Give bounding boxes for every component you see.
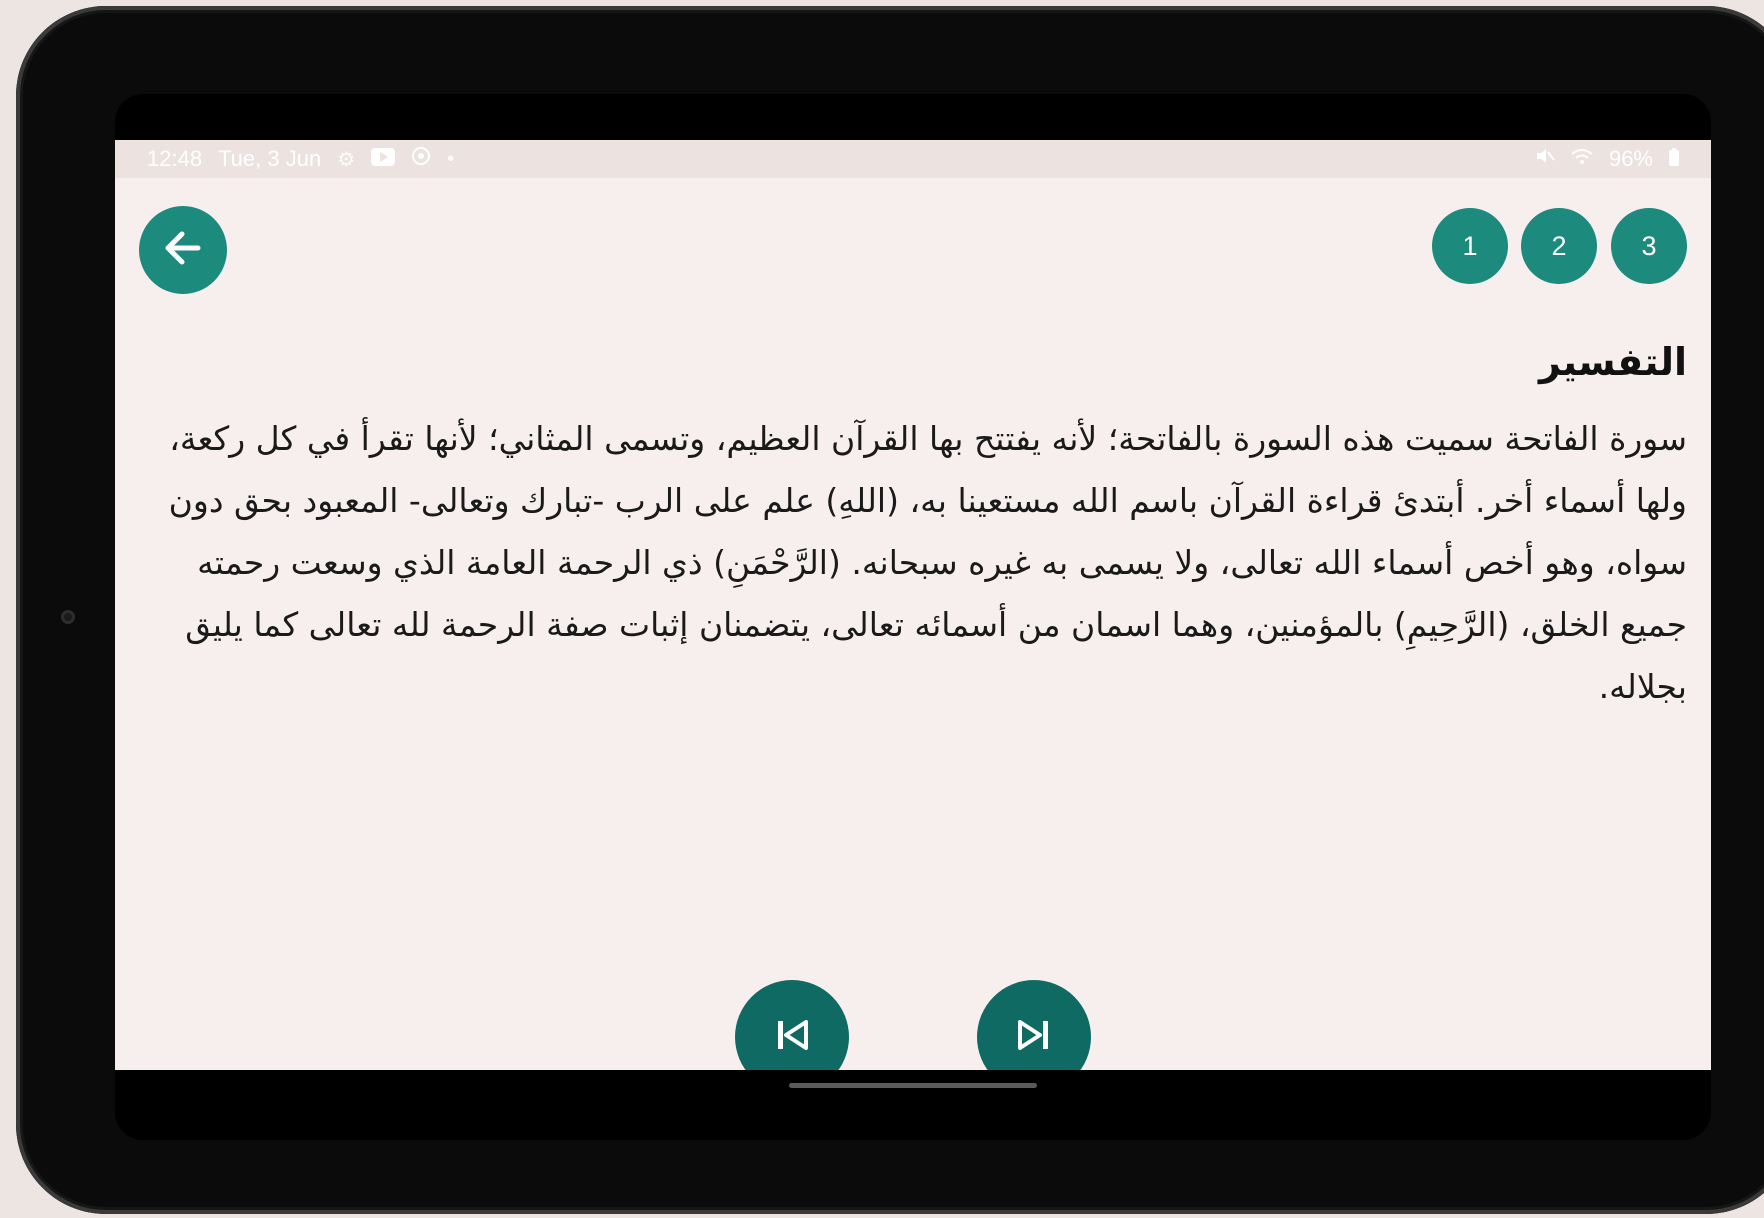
skip-previous-icon [772, 1017, 812, 1058]
status-bar: 12:48 Tue, 3 Jun ⚙ • 96% [115, 140, 1711, 178]
home-indicator[interactable] [789, 1083, 1037, 1088]
page-button-2[interactable]: 2 [1521, 208, 1597, 284]
battery-icon [1669, 146, 1679, 172]
status-date: Tue, 3 Jun [218, 146, 322, 171]
tablet-frame: 12:48 Tue, 3 Jun ⚙ • 96% 1 2 3 التفسير س… [16, 6, 1764, 1214]
page-button-3[interactable]: 3 [1611, 208, 1687, 284]
status-right: 96% [1535, 146, 1679, 172]
battery-level: 96% [1608, 146, 1653, 171]
front-camera [61, 610, 75, 624]
arrow-left-icon [160, 225, 206, 276]
mute-icon [1535, 146, 1555, 172]
status-left: 12:48 Tue, 3 Jun ⚙ • [147, 146, 454, 172]
screen: 12:48 Tue, 3 Jun ⚙ • 96% 1 2 3 التفسير س… [115, 94, 1711, 1140]
page-button-1[interactable]: 1 [1432, 208, 1508, 284]
skip-next-icon [1014, 1017, 1054, 1058]
wifi-icon [1571, 146, 1593, 172]
status-time: 12:48 [147, 146, 203, 171]
gesture-nav-bar [115, 1070, 1711, 1140]
settings-icon: ⚙ [337, 148, 356, 171]
target-icon [411, 146, 431, 172]
page-label: 2 [1551, 230, 1567, 261]
dot-icon: • [447, 147, 455, 170]
page-label: 1 [1462, 230, 1478, 261]
tafsir-body: سورة الفاتحة سميت هذه السورة بالفاتحة؛ ل… [168, 419, 1687, 706]
youtube-icon [371, 146, 396, 172]
back-button[interactable] [139, 206, 227, 294]
tafsir-screen: 1 2 3 التفسير سورة الفاتحة سميت هذه السو… [115, 178, 1711, 1094]
tafsir-heading: التفسير [1539, 340, 1687, 384]
page-label: 3 [1641, 230, 1657, 261]
